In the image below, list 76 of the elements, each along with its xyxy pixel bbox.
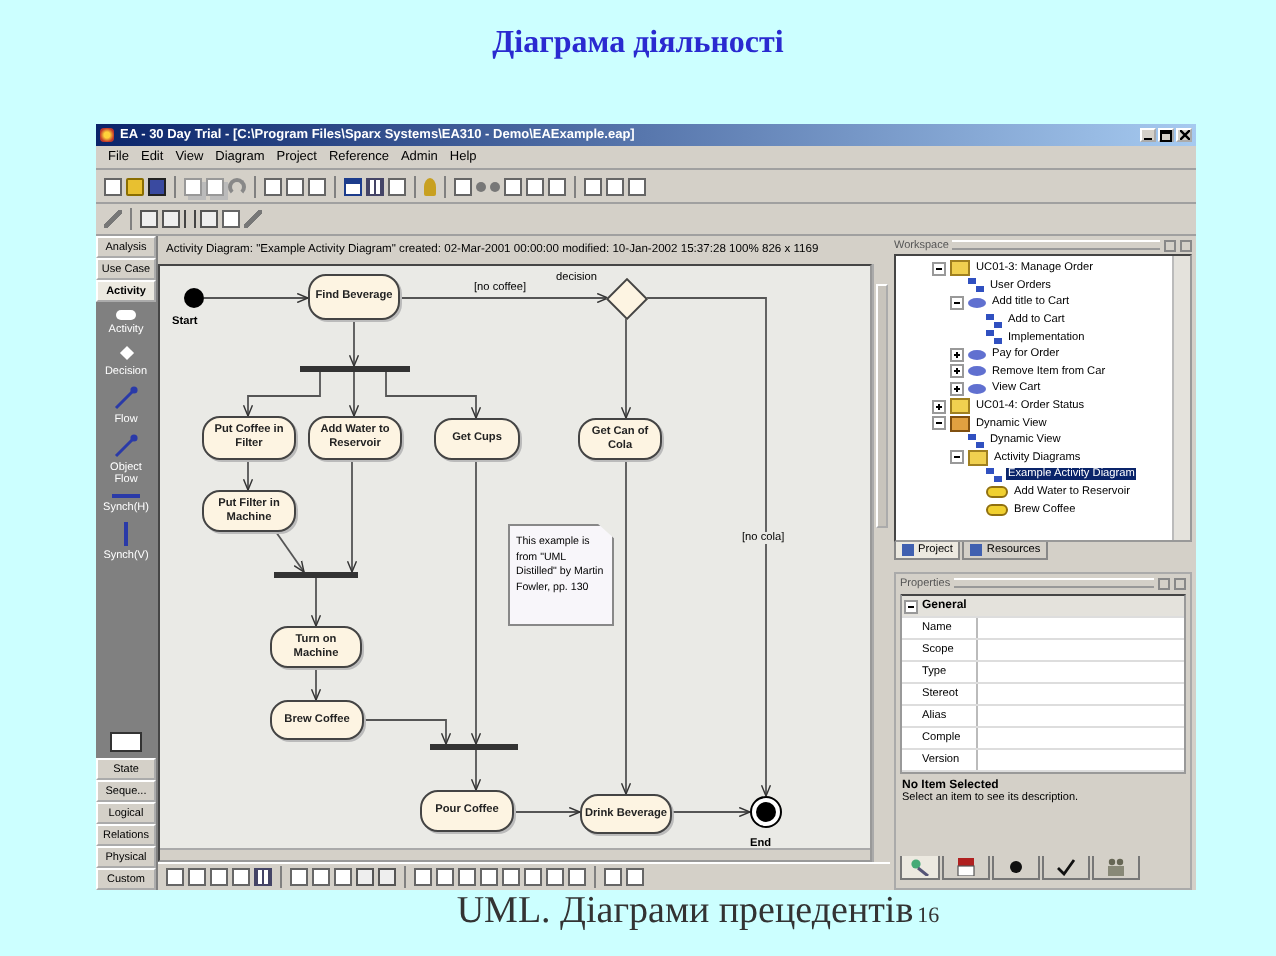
flow-arrow — [620, 315, 632, 419]
panel-tab[interactable] — [900, 856, 940, 880]
collapse-icon[interactable] — [932, 416, 946, 431]
square-icon[interactable] — [140, 210, 158, 228]
grid-icon[interactable] — [366, 177, 384, 195]
window-icon[interactable] — [344, 177, 362, 195]
flow-arrow — [346, 459, 358, 573]
activity-shape-icon — [986, 503, 1008, 516]
diagram-icon — [968, 278, 984, 293]
flow-arrow — [385, 371, 482, 419]
page-icon[interactable] — [222, 210, 240, 228]
folder-icon — [950, 260, 970, 277]
expand-icon[interactable] — [950, 364, 964, 379]
square-icon[interactable] — [162, 210, 180, 228]
synchronization-bar — [300, 366, 410, 372]
expand-icon[interactable] — [950, 347, 964, 362]
square-icon[interactable] — [356, 868, 374, 886]
page-icon[interactable] — [454, 177, 472, 195]
folder-icon — [950, 398, 970, 415]
pen-icon[interactable] — [104, 210, 122, 228]
flow-arrow — [242, 459, 254, 491]
flow-arrow — [242, 371, 321, 417]
panel-tab[interactable] — [942, 856, 990, 880]
flow-arrow — [310, 667, 322, 701]
pen-icon[interactable] — [244, 210, 262, 228]
collapse-icon[interactable] — [903, 599, 917, 613]
flow-arrow — [363, 719, 452, 745]
initial-node — [184, 288, 204, 308]
synchronization-bar — [430, 744, 518, 750]
square-icon[interactable] — [378, 868, 396, 886]
horizontal-scrollbar[interactable] — [160, 848, 871, 860]
flow-arrow — [275, 531, 305, 573]
flow-arrow — [348, 319, 360, 367]
diagram-icon — [968, 433, 984, 448]
panel-tab[interactable] — [992, 856, 1040, 880]
slide-footer: UML. Діаграми прецедентів — [456, 890, 914, 934]
vertical-scrollbar[interactable] — [872, 264, 890, 862]
activity-shape-icon — [986, 486, 1008, 499]
collapse-icon[interactable] — [950, 450, 964, 465]
final-node — [750, 796, 782, 828]
flow-arrow — [513, 806, 581, 818]
panel-tab[interactable] — [1042, 856, 1090, 880]
slide-number: 16 — [917, 904, 940, 928]
vertical-scrollbar[interactable] — [1172, 256, 1190, 540]
flow-arrow — [310, 577, 322, 627]
dot-icon[interactable] — [476, 181, 486, 191]
people-icon — [1106, 858, 1126, 876]
check-icon — [1056, 858, 1076, 876]
wrench-icon — [910, 858, 930, 876]
dot-icon — [1006, 858, 1026, 876]
dot-icon[interactable] — [490, 181, 500, 191]
book-icon — [956, 858, 976, 876]
flow-arrow — [203, 292, 309, 304]
flow-arrow — [348, 371, 360, 417]
expand-icon[interactable] — [950, 381, 964, 396]
grid-icon[interactable] — [254, 868, 272, 886]
page-icon[interactable] — [104, 177, 122, 195]
folder-icon — [968, 449, 988, 466]
square-icon[interactable] — [200, 210, 218, 228]
collapse-icon[interactable] — [950, 295, 964, 310]
synchronization-bar — [274, 572, 358, 578]
activity-shape-icon[interactable] — [116, 310, 136, 320]
collapse-icon[interactable] — [932, 261, 946, 276]
app-icon — [100, 128, 114, 142]
ellipse-icon — [968, 297, 986, 308]
page-icon[interactable] — [388, 177, 406, 195]
package-icon — [950, 415, 970, 432]
flow-arrow — [470, 749, 482, 791]
slide-title: Діаграма діяльності — [490, 24, 786, 64]
flow-arrow — [671, 806, 751, 818]
minimize-button[interactable] — [1140, 128, 1156, 142]
diagram-icon — [986, 467, 1002, 482]
close-button[interactable] — [1176, 128, 1192, 142]
restore-button[interactable] — [1158, 128, 1174, 142]
dropdown-icon[interactable] — [110, 732, 142, 752]
expand-icon[interactable] — [932, 399, 946, 414]
